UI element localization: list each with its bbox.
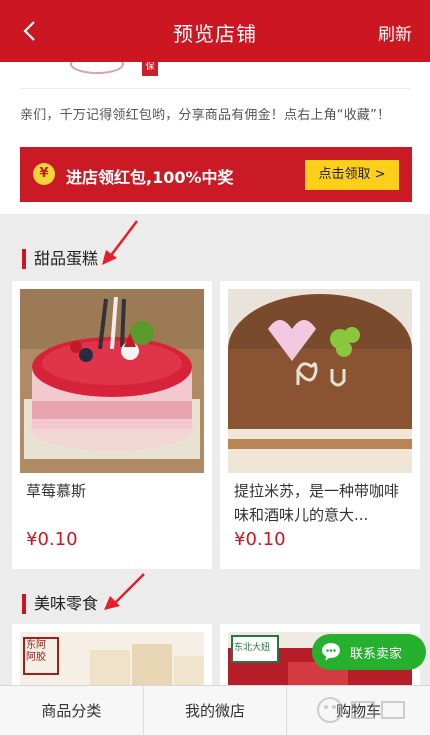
product-price: ¥0.10: [26, 529, 78, 550]
product-card[interactable]: 草莓慕斯 ¥0.10: [12, 281, 212, 569]
watermark-logo: [317, 697, 405, 723]
product-name: 草莓慕斯: [26, 482, 87, 500]
section-title-desserts: 甜品蛋糕: [22, 248, 98, 270]
section-bar: [22, 249, 26, 269]
refresh-button[interactable]: 刷新: [378, 20, 412, 45]
claim-button[interactable]: 点击领取 >: [305, 160, 399, 190]
product-image-strawberry-mousse[interactable]: [20, 289, 204, 473]
tab-categories[interactable]: 商品分类: [0, 686, 144, 735]
divider: [20, 88, 410, 89]
chat-bubble-icon: [322, 643, 340, 661]
product-card[interactable]: 提拉米苏，是一种带咖啡味和酒味儿的意大... ¥0.10: [220, 281, 420, 569]
product-name: 提拉米苏，是一种带咖啡味和酒味儿的意大...: [234, 482, 400, 524]
page-title: 预览店铺: [173, 22, 257, 46]
product-image-text: 东北大妞: [234, 643, 271, 653]
product-price: ¥0.10: [234, 529, 286, 550]
product-image-tiramisu[interactable]: [228, 289, 412, 473]
logo-mark: [70, 62, 124, 74]
section-title-text: 甜品蛋糕: [34, 249, 99, 268]
annotation-arrow-icon: [102, 220, 138, 265]
contact-seller-button[interactable]: 联系卖家: [312, 634, 426, 670]
yuan-coin-icon: ¥: [33, 163, 55, 185]
banner-text: 进店领红包,100%中奖: [66, 168, 234, 187]
product-card[interactable]: 东阿阿胶: [12, 624, 212, 685]
shop-notice: 亲们，千万记得领红包哟，分享商品有佣金！点右上角“收藏”！: [20, 108, 391, 123]
product-image-text: 东阿阿胶: [26, 640, 46, 663]
contact-seller-label: 联系卖家: [350, 647, 403, 662]
section-bar: [22, 594, 26, 614]
top-bar: 预览店铺 刷新: [0, 0, 430, 62]
section-title-text: 美味零食: [34, 594, 99, 613]
shop-logo: 保: [0, 62, 430, 80]
red-packet-banner[interactable]: ¥ 进店领红包,100%中奖 点击领取 >: [20, 147, 412, 202]
logo-seal: 保: [142, 62, 158, 76]
tab-my-shop[interactable]: 我的微店: [144, 686, 288, 735]
section-title-snacks: 美味零食: [22, 593, 98, 615]
annotation-arrow-icon: [104, 573, 145, 610]
